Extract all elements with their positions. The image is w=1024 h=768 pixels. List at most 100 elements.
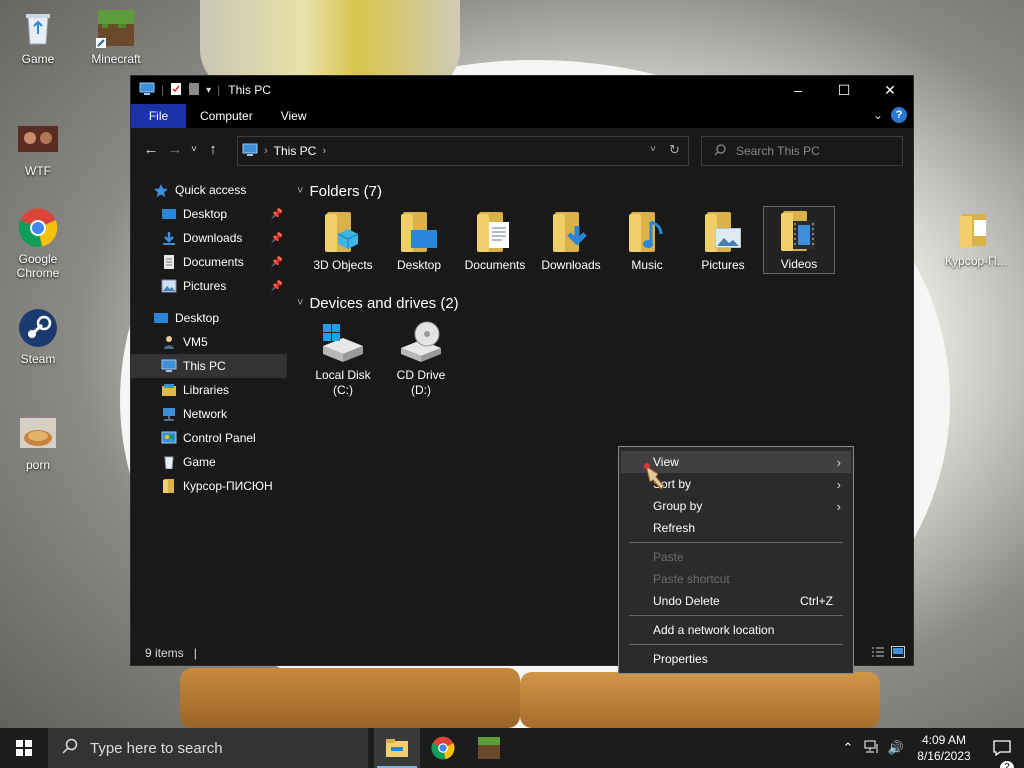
taskbar-app-file-explorer[interactable] — [374, 728, 420, 768]
desktop-icon-minecraft[interactable]: Minecraft — [78, 8, 154, 66]
taskbar-search-placeholder: Type here to search — [90, 739, 223, 757]
title-separator: | — [217, 83, 221, 97]
chevron-down-icon[interactable]: ˅ — [297, 185, 303, 197]
nav-item-documents-pinned[interactable]: Documents 📌 — [131, 250, 287, 274]
search-input[interactable]: Search This PC — [701, 136, 903, 166]
minecraft-icon — [96, 8, 136, 48]
address-dropdown-button[interactable]: ˅ — [650, 144, 656, 155]
nav-item-this-pc[interactable]: This PC — [131, 354, 287, 378]
tab-view[interactable]: View — [267, 104, 321, 128]
taskbar-search-input[interactable]: Type here to search — [48, 728, 368, 768]
desktop-icon-game[interactable]: Game — [0, 8, 76, 66]
clock[interactable]: 4:09 AM 8/16/2023 — [908, 732, 980, 764]
drive-local-disk-c[interactable]: Local Disk (C:) — [307, 320, 379, 398]
nav-item-label: Control Panel — [183, 431, 256, 445]
nav-item-user[interactable]: VM5 — [131, 330, 287, 354]
nav-item-label: Documents — [183, 255, 244, 269]
nav-item-label: Network — [183, 407, 228, 421]
expand-ribbon-icon[interactable]: ⌄ — [873, 108, 883, 122]
taskbar-app-minecraft[interactable] — [466, 728, 512, 768]
chevron-right-icon: › — [836, 476, 841, 492]
folders-section-header[interactable]: ˅ Folders (7) — [291, 178, 913, 204]
menu-item-group-by[interactable]: Group by › — [621, 495, 851, 517]
desktop-icon-label: Game — [21, 52, 55, 66]
nav-item-libraries[interactable]: Libraries — [131, 378, 287, 402]
pin-icon: 📌 — [270, 256, 283, 268]
desktop-icon-label: porn — [25, 458, 51, 472]
chevron-right-icon[interactable]: › — [322, 145, 326, 157]
menu-item-add-network-location[interactable]: Add a network location — [621, 619, 851, 641]
desktop-icon-label: Курсор-П... — [945, 254, 1007, 268]
wallpaper-food-left — [180, 668, 520, 728]
quick-access-separator: | — [161, 83, 165, 97]
nav-item-cursor-folder[interactable]: Курсор-ПИСЮН — [131, 474, 287, 498]
folder-music[interactable]: Music — [611, 206, 683, 274]
menu-item-properties[interactable]: Properties — [621, 648, 851, 670]
notification-badge: 2 — [1000, 761, 1014, 768]
taskbar-app-chrome[interactable] — [420, 728, 466, 768]
start-button[interactable] — [0, 728, 48, 768]
menu-item-undo-delete[interactable]: Undo Delete Ctrl+Z — [621, 590, 851, 612]
close-button[interactable]: ✕ — [867, 76, 913, 104]
refresh-icon[interactable]: ↻ — [669, 142, 680, 158]
desktop-icon — [153, 311, 169, 325]
this-pc-icon — [139, 82, 155, 99]
folder-downloads[interactable]: Downloads — [535, 206, 607, 274]
desktop-icon-chrome[interactable]: Google Chrome — [0, 208, 76, 280]
network-icon[interactable] — [860, 740, 884, 757]
chevron-right-icon[interactable]: › — [264, 145, 268, 157]
title-bar[interactable]: | ▾ | This PC – ☐ ✕ — [131, 76, 913, 104]
folder-desktop[interactable]: Desktop — [383, 206, 455, 274]
nav-item-label: This PC — [183, 359, 226, 373]
help-icon[interactable]: ? — [891, 107, 907, 123]
desktop-icon-wtf[interactable]: WTF — [0, 120, 76, 178]
new-folder-icon[interactable] — [188, 82, 200, 99]
image-thumbnail-icon — [18, 120, 58, 160]
drive-letter: (D:) — [411, 383, 431, 397]
desktop-icon-porn[interactable]: porn — [0, 414, 76, 472]
chrome-icon — [18, 208, 58, 248]
menu-item-shortcut: Ctrl+Z — [800, 594, 833, 608]
nav-item-desktop-pinned[interactable]: Desktop 📌 — [131, 202, 287, 226]
menu-item-refresh[interactable]: Refresh — [621, 517, 851, 539]
details-view-icon[interactable] — [871, 646, 885, 658]
tab-file[interactable]: File — [131, 104, 186, 128]
star-icon — [153, 183, 169, 197]
large-icons-view-icon[interactable] — [891, 646, 905, 658]
address-segment[interactable]: This PC — [274, 144, 317, 158]
nav-item-desktop[interactable]: Desktop — [131, 306, 287, 330]
folder-3d-objects[interactable]: 3D Objects — [307, 206, 379, 274]
desktop-icon-steam[interactable]: Steam — [0, 308, 76, 366]
address-bar[interactable]: › This PC › ˅ ↻ — [237, 136, 689, 166]
folder-documents[interactable]: Documents — [459, 206, 531, 274]
chevron-up-icon[interactable]: ⌃ — [836, 740, 860, 756]
devices-section-header[interactable]: ˅ Devices and drives (2) — [291, 290, 913, 316]
tab-computer[interactable]: Computer — [186, 104, 267, 128]
nav-item-label: Game — [183, 455, 216, 469]
nav-item-network[interactable]: Network — [131, 402, 287, 426]
up-button[interactable]: ↑ — [201, 141, 225, 158]
nav-item-downloads-pinned[interactable]: Downloads 📌 — [131, 226, 287, 250]
videos-folder-icon — [781, 211, 817, 251]
nav-item-game[interactable]: Game — [131, 450, 287, 474]
notification-center-button[interactable]: 2 — [980, 740, 1024, 768]
customize-toolbar-icon[interactable]: ▾ — [206, 85, 211, 96]
chevron-down-icon[interactable]: ˅ — [297, 297, 303, 309]
volume-icon[interactable]: 🔊 — [884, 740, 908, 756]
recycle-bin-icon — [161, 455, 177, 470]
folder-icon — [956, 210, 996, 250]
folder-videos[interactable]: Videos — [763, 206, 835, 274]
window-title: This PC — [228, 83, 271, 97]
maximize-button[interactable]: ☐ — [821, 76, 867, 104]
nav-item-quick-access[interactable]: Quick access — [131, 178, 287, 202]
recent-locations-button[interactable]: ˅ — [187, 144, 201, 155]
drive-cd-d[interactable]: CD Drive (D:) — [385, 320, 457, 398]
folder-pictures[interactable]: Pictures — [687, 206, 759, 274]
desktop-icon-cursor-folder[interactable]: Курсор-П... — [936, 210, 1016, 268]
nav-item-pictures-pinned[interactable]: Pictures 📌 — [131, 274, 287, 298]
minimize-button[interactable]: – — [775, 76, 821, 104]
back-button[interactable]: ← — [139, 141, 163, 158]
properties-icon[interactable] — [170, 82, 182, 99]
forward-button[interactable]: → — [163, 141, 187, 158]
nav-item-control-panel[interactable]: Control Panel — [131, 426, 287, 450]
